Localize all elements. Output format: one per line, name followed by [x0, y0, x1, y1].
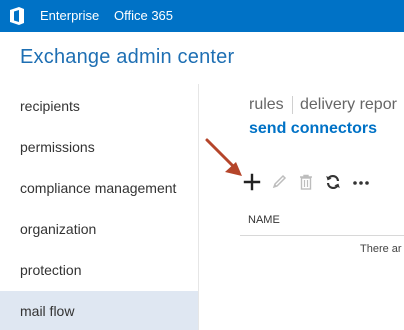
nav-item-mail-flow[interactable]: mail flow — [20, 303, 74, 319]
tab-send-connectors[interactable]: send connectors — [249, 120, 377, 138]
nav-item-organization[interactable]: organization — [20, 221, 96, 237]
nav-divider — [198, 84, 199, 330]
delete-icon[interactable] — [297, 173, 315, 191]
nav-item-protection[interactable]: protection — [20, 262, 81, 278]
empty-grid-message: There ar — [360, 243, 402, 255]
more-icon[interactable] — [352, 173, 370, 191]
nav-item-compliance-management[interactable]: compliance management — [20, 180, 176, 196]
column-header-name[interactable]: NAME — [248, 214, 280, 226]
nav-item-recipients[interactable]: recipients — [20, 98, 80, 114]
office365-link[interactable]: Office 365 — [114, 0, 173, 32]
enterprise-link[interactable]: Enterprise — [40, 0, 99, 32]
tab-rules[interactable]: rules — [249, 96, 284, 114]
edit-icon[interactable] — [270, 173, 288, 191]
left-nav — [0, 84, 198, 330]
nav-item-permissions[interactable]: permissions — [20, 139, 95, 155]
office-logo-icon[interactable] — [8, 6, 26, 26]
tab-delivery-reports[interactable]: delivery repor — [300, 96, 397, 114]
app-title: Exchange admin center — [20, 46, 235, 68]
add-icon[interactable] — [243, 173, 261, 191]
refresh-icon[interactable] — [324, 173, 342, 191]
grid-header: NAME — [240, 204, 404, 236]
suite-bar: Enterprise Office 365 — [0, 0, 404, 32]
tab-separator — [292, 96, 293, 114]
